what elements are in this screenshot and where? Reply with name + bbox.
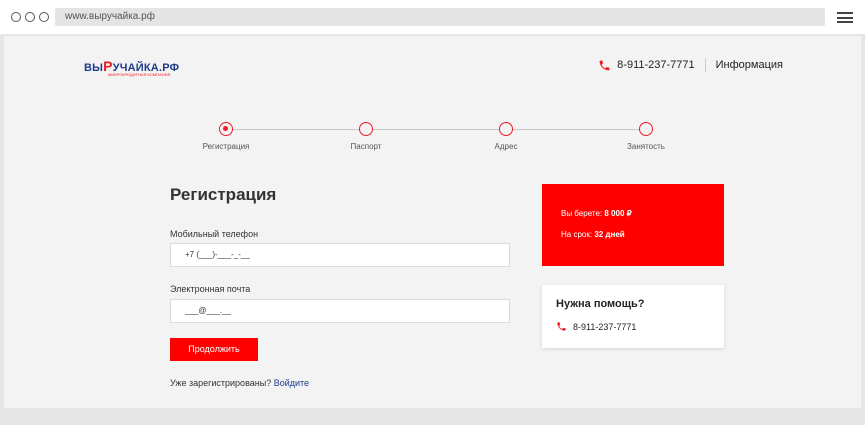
header-contacts: 8-911-237-7771 Информация [598, 58, 783, 72]
step-employment: Занятость [604, 122, 688, 151]
login-prompt: Уже зарегистрированы? Войдите [170, 378, 309, 388]
window-dot-icon[interactable] [11, 12, 21, 22]
step-address: Адрес [464, 122, 548, 151]
stepper-line [226, 129, 646, 130]
browser-toolbar: www.выручайка.рф [0, 0, 865, 34]
page-title: Регистрация [170, 185, 277, 204]
login-link[interactable]: Войдите [274, 378, 309, 388]
step-label: Адрес [494, 142, 518, 151]
step-circle-icon [359, 122, 373, 136]
step-circle-icon [639, 122, 653, 136]
step-circle-icon [219, 122, 233, 136]
page-frame: ВЫРУЧАЙКА.РФ МИКРОКРЕДИТНАЯ КОМПАНИЯ 8-9… [0, 34, 865, 425]
phone-input[interactable]: +7 (___)-___-_-__ [170, 243, 510, 267]
loan-term-value: 32 дней [594, 230, 625, 239]
loan-amount-value: 8 000 ₽ [604, 209, 632, 218]
step-label: Паспорт [350, 142, 382, 151]
window-dot-icon[interactable] [25, 12, 35, 22]
progress-stepper: Регистрация Паспорт Адрес Занятость [184, 122, 684, 162]
help-title: Нужна помощь? [556, 298, 645, 310]
step-passport: Паспорт [324, 122, 408, 151]
header-divider [704, 58, 706, 72]
info-link[interactable]: Информация [716, 59, 783, 71]
window-dot-icon[interactable] [39, 12, 49, 22]
step-label: Занятость [627, 142, 665, 151]
loan-amount-row: Вы берете: 8 000 ₽ [561, 209, 724, 218]
logo-subtitle: МИКРОКРЕДИТНАЯ КОМПАНИЯ [108, 72, 171, 77]
step-label: Регистрация [202, 142, 250, 151]
phone-field-label: Мобильный телефон [170, 229, 259, 239]
step-registration: Регистрация [184, 122, 268, 151]
phone-icon [599, 60, 610, 70]
email-input[interactable]: ___@___.__ [170, 299, 510, 323]
login-prompt-text: Уже зарегистрированы? [170, 378, 272, 388]
help-phone[interactable]: 8-911-237-7771 [573, 322, 636, 332]
window-controls [11, 12, 49, 22]
header-phone[interactable]: 8-911-237-7771 [617, 59, 694, 71]
help-phone-row: 8-911-237-7771 [556, 321, 724, 332]
step-circle-icon [499, 122, 513, 136]
phone-icon [557, 322, 566, 331]
site-logo[interactable]: ВЫРУЧАЙКА.РФ МИКРОКРЕДИТНАЯ КОМПАНИЯ [84, 58, 179, 78]
loan-term-row: На срок: 32 дней [561, 230, 724, 239]
loan-amount-label: Вы берете: [561, 209, 603, 218]
loan-term-label: На срок: [561, 230, 593, 239]
continue-button[interactable]: Продолжить [170, 338, 258, 361]
menu-icon[interactable] [837, 12, 853, 23]
email-field-label: Электронная почта [170, 284, 251, 294]
page-content: ВЫРУЧАЙКА.РФ МИКРОКРЕДИТНАЯ КОМПАНИЯ 8-9… [4, 36, 861, 408]
help-card: Нужна помощь? 8-911-237-7771 [542, 285, 724, 348]
address-bar[interactable]: www.выручайка.рф [55, 8, 825, 26]
loan-summary-card: Вы берете: 8 000 ₽ На срок: 32 дней [542, 184, 724, 266]
